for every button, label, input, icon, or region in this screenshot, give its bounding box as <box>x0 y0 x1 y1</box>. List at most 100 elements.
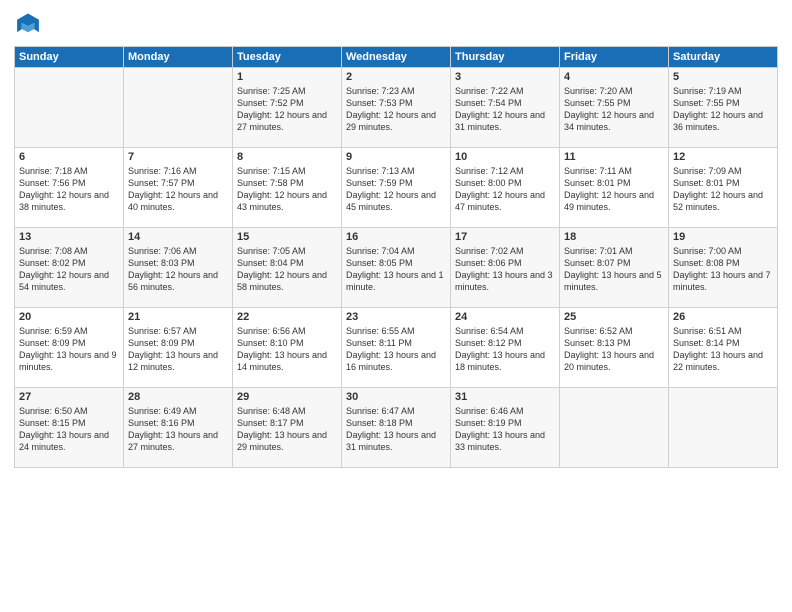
calendar-cell: 25 Sunrise: 6:52 AMSunset: 8:13 PMDayligh… <box>560 308 669 388</box>
calendar-cell: 27Sunrise: 6:50 AMSunset: 8:15 PMDayligh… <box>15 388 124 468</box>
day-number: 3 <box>455 71 555 83</box>
day-number: 7 <box>128 151 228 163</box>
calendar-cell: 2 Sunrise: 7:23 AMSunset: 7:53 PMDaylight… <box>342 68 451 148</box>
day-number: 20 <box>19 311 119 323</box>
calendar-cell: 1 Sunrise: 7:25 AMSunset: 7:52 PMDaylight… <box>233 68 342 148</box>
day-number: 16 <box>346 231 446 243</box>
calendar-cell <box>15 68 124 148</box>
calendar-cell: 16 Sunrise: 7:04 AMSunset: 8:05 PMDayligh… <box>342 228 451 308</box>
cell-info: Sunrise: 7:00 AMSunset: 8:08 PMDaylight:… <box>673 245 773 294</box>
col-header-sunday: Sunday <box>15 47 124 68</box>
cell-info: Sunrise: 7:22 AMSunset: 7:54 PMDaylight:… <box>455 85 555 134</box>
cell-info: Sunrise: 6:54 AMSunset: 8:12 PMDaylight:… <box>455 325 555 374</box>
cell-info: Sunrise: 7:04 AMSunset: 8:05 PMDaylight:… <box>346 245 446 294</box>
cell-info: Sunrise: 7:05 AMSunset: 8:04 PMDaylight:… <box>237 245 337 294</box>
calendar-cell <box>124 68 233 148</box>
day-number: 21 <box>128 311 228 323</box>
calendar-cell: 14 Sunrise: 7:06 AMSunset: 8:03 PMDayligh… <box>124 228 233 308</box>
day-number: 4 <box>564 71 664 83</box>
col-header-tuesday: Tuesday <box>233 47 342 68</box>
calendar-cell: 19 Sunrise: 7:00 AMSunset: 8:08 PMDayligh… <box>669 228 778 308</box>
day-number: 11 <box>564 151 664 163</box>
calendar-cell: 21Sunrise: 6:57 AMSunset: 8:09 PMDayligh… <box>124 308 233 388</box>
day-number: 10 <box>455 151 555 163</box>
cell-info: Sunrise: 6:47 AMSunset: 8:18 PMDaylight:… <box>346 405 446 454</box>
day-number: 17 <box>455 231 555 243</box>
calendar-cell: 6 Sunrise: 7:18 AMSunset: 7:56 PMDaylight… <box>15 148 124 228</box>
day-number: 9 <box>346 151 446 163</box>
calendar-cell: 12Sunrise: 7:09 AMSunset: 8:01 PMDayligh… <box>669 148 778 228</box>
calendar-cell: 15 Sunrise: 7:05 AMSunset: 8:04 PMDayligh… <box>233 228 342 308</box>
week-row-3: 13 Sunrise: 7:08 AMSunset: 8:02 PMDayligh… <box>15 228 778 308</box>
calendar-cell: 7Sunrise: 7:16 AMSunset: 7:57 PMDaylight… <box>124 148 233 228</box>
calendar-cell: 17 Sunrise: 7:02 AMSunset: 8:06 PMDayligh… <box>451 228 560 308</box>
logo-icon <box>14 12 42 40</box>
calendar-cell: 28 Sunrise: 6:49 AMSunset: 8:16 PMDayligh… <box>124 388 233 468</box>
day-number: 1 <box>237 71 337 83</box>
day-number: 30 <box>346 391 446 403</box>
day-number: 23 <box>346 311 446 323</box>
week-row-2: 6 Sunrise: 7:18 AMSunset: 7:56 PMDaylight… <box>15 148 778 228</box>
col-header-friday: Friday <box>560 47 669 68</box>
cell-info: Sunrise: 6:49 AMSunset: 8:16 PMDaylight:… <box>128 405 228 454</box>
calendar-cell: 5Sunrise: 7:19 AMSunset: 7:55 PMDaylight… <box>669 68 778 148</box>
cell-info: Sunrise: 7:01 AMSunset: 8:07 PMDaylight:… <box>564 245 664 294</box>
day-number: 25 <box>564 311 664 323</box>
day-number: 31 <box>455 391 555 403</box>
day-number: 22 <box>237 311 337 323</box>
day-number: 19 <box>673 231 773 243</box>
cell-info: Sunrise: 7:20 AMSunset: 7:55 PMDaylight:… <box>564 85 664 134</box>
day-number: 14 <box>128 231 228 243</box>
week-row-5: 27Sunrise: 6:50 AMSunset: 8:15 PMDayligh… <box>15 388 778 468</box>
cell-info: Sunrise: 7:02 AMSunset: 8:06 PMDaylight:… <box>455 245 555 294</box>
calendar-cell: 24 Sunrise: 6:54 AMSunset: 8:12 PMDayligh… <box>451 308 560 388</box>
day-number: 13 <box>19 231 119 243</box>
calendar-cell: 9Sunrise: 7:13 AMSunset: 7:59 PMDaylight… <box>342 148 451 228</box>
day-number: 2 <box>346 71 446 83</box>
col-header-wednesday: Wednesday <box>342 47 451 68</box>
col-header-saturday: Saturday <box>669 47 778 68</box>
cell-info: Sunrise: 7:06 AMSunset: 8:03 PMDaylight:… <box>128 245 228 294</box>
day-number: 5 <box>673 71 773 83</box>
day-number: 12 <box>673 151 773 163</box>
calendar-cell: 3 Sunrise: 7:22 AMSunset: 7:54 PMDaylight… <box>451 68 560 148</box>
cell-info: Sunrise: 7:25 AMSunset: 7:52 PMDaylight:… <box>237 85 337 134</box>
calendar-cell: 29Sunrise: 6:48 AMSunset: 8:17 PMDayligh… <box>233 388 342 468</box>
week-row-1: 1 Sunrise: 7:25 AMSunset: 7:52 PMDaylight… <box>15 68 778 148</box>
page: SundayMondayTuesdayWednesdayThursdayFrid… <box>0 0 792 612</box>
calendar-cell: 26 Sunrise: 6:51 AMSunset: 8:14 PMDayligh… <box>669 308 778 388</box>
day-number: 26 <box>673 311 773 323</box>
day-number: 28 <box>128 391 228 403</box>
cell-info: Sunrise: 6:52 AMSunset: 8:13 PMDaylight:… <box>564 325 664 374</box>
header <box>14 12 778 40</box>
calendar-cell <box>669 388 778 468</box>
day-number: 18 <box>564 231 664 243</box>
calendar-cell: 10 Sunrise: 7:12 AMSunset: 8:00 PMDayligh… <box>451 148 560 228</box>
cell-info: Sunrise: 6:51 AMSunset: 8:14 PMDaylight:… <box>673 325 773 374</box>
calendar-cell: 20 Sunrise: 6:59 AMSunset: 8:09 PMDayligh… <box>15 308 124 388</box>
calendar-cell: 13 Sunrise: 7:08 AMSunset: 8:02 PMDayligh… <box>15 228 124 308</box>
logo <box>14 12 46 40</box>
cell-info: Sunrise: 6:59 AMSunset: 8:09 PMDaylight:… <box>19 325 119 374</box>
cell-info: Sunrise: 6:48 AMSunset: 8:17 PMDaylight:… <box>237 405 337 454</box>
calendar-cell: 18 Sunrise: 7:01 AMSunset: 8:07 PMDayligh… <box>560 228 669 308</box>
calendar-cell: 30 Sunrise: 6:47 AMSunset: 8:18 PMDayligh… <box>342 388 451 468</box>
day-number: 6 <box>19 151 119 163</box>
day-number: 24 <box>455 311 555 323</box>
cell-info: Sunrise: 7:08 AMSunset: 8:02 PMDaylight:… <box>19 245 119 294</box>
week-row-4: 20 Sunrise: 6:59 AMSunset: 8:09 PMDayligh… <box>15 308 778 388</box>
calendar-cell: 11Sunrise: 7:11 AMSunset: 8:01 PMDayligh… <box>560 148 669 228</box>
col-header-monday: Monday <box>124 47 233 68</box>
cell-info: Sunrise: 6:55 AMSunset: 8:11 PMDaylight:… <box>346 325 446 374</box>
day-number: 8 <box>237 151 337 163</box>
cell-info: Sunrise: 7:23 AMSunset: 7:53 PMDaylight:… <box>346 85 446 134</box>
day-number: 15 <box>237 231 337 243</box>
cell-info: Sunrise: 6:50 AMSunset: 8:15 PMDaylight:… <box>19 405 119 454</box>
cell-info: Sunrise: 7:18 AMSunset: 7:56 PMDaylight:… <box>19 165 119 214</box>
calendar-table: SundayMondayTuesdayWednesdayThursdayFrid… <box>14 46 778 468</box>
cell-info: Sunrise: 7:12 AMSunset: 8:00 PMDaylight:… <box>455 165 555 214</box>
calendar-cell: 8Sunrise: 7:15 AMSunset: 7:58 PMDaylight… <box>233 148 342 228</box>
calendar-cell <box>560 388 669 468</box>
calendar-cell: 23 Sunrise: 6:55 AMSunset: 8:11 PMDayligh… <box>342 308 451 388</box>
cell-info: Sunrise: 6:56 AMSunset: 8:10 PMDaylight:… <box>237 325 337 374</box>
